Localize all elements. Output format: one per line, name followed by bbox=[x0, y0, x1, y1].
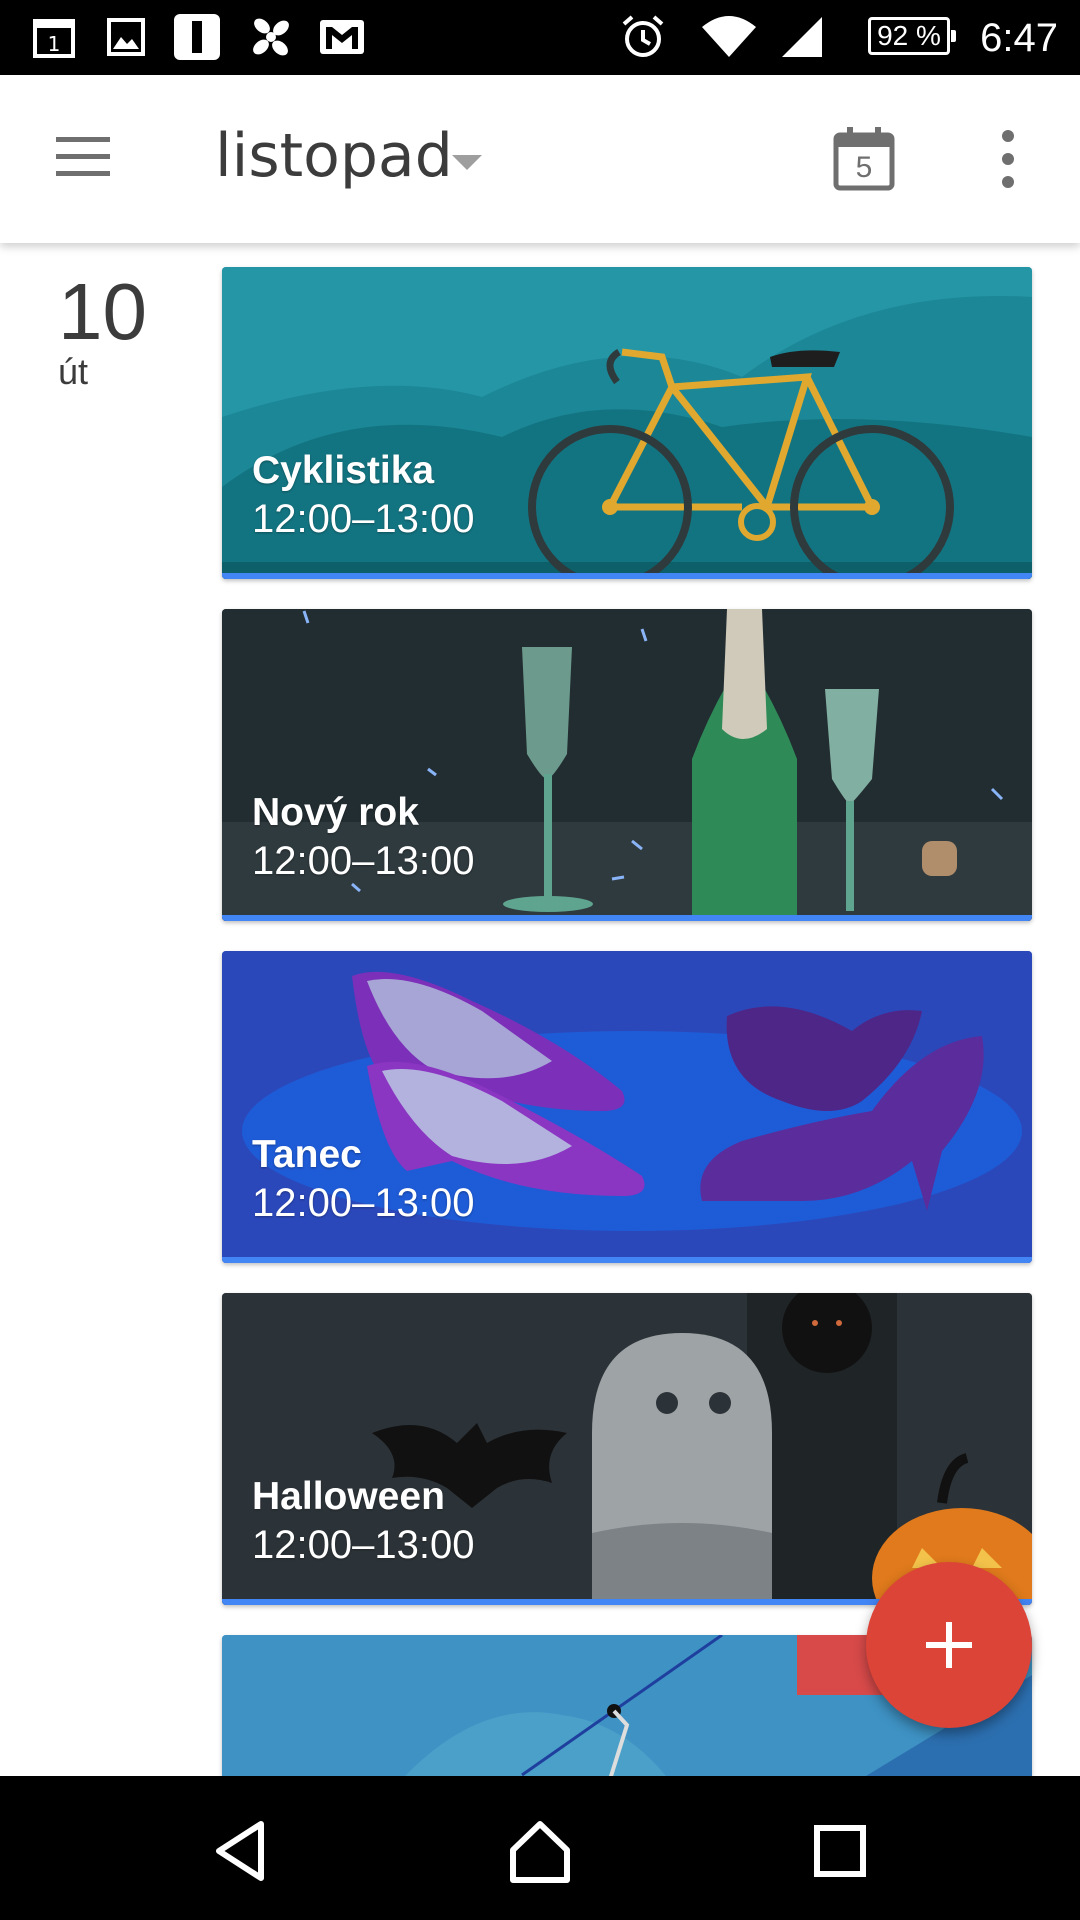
day-number: 10 bbox=[58, 267, 147, 356]
app-bar: listopad 5 bbox=[0, 75, 1080, 243]
event-title: Cyklistika bbox=[252, 449, 435, 492]
home-icon[interactable] bbox=[505, 1816, 575, 1886]
event-card[interactable]: Cyklistika 12:00–13:00 bbox=[222, 267, 1032, 579]
day-header: 10 út bbox=[58, 270, 147, 392]
event-time: 12:00–13:00 bbox=[252, 497, 475, 541]
alarm-icon bbox=[618, 12, 668, 62]
event-title: Halloween bbox=[252, 1475, 445, 1518]
event-time: 12:00–13:00 bbox=[252, 839, 475, 883]
battery-level: 92 % bbox=[877, 20, 941, 51]
dropdown-caret-icon[interactable] bbox=[452, 155, 482, 170]
today-calendar-button[interactable]: 5 bbox=[833, 125, 895, 191]
event-card[interactable]: Tanec 12:00–13:00 bbox=[222, 951, 1032, 1263]
app-icon bbox=[172, 12, 222, 62]
event-time: 12:00–13:00 bbox=[252, 1181, 475, 1225]
gmail-icon bbox=[318, 12, 366, 62]
event-card[interactable]: Halloween 12:00–13:00 bbox=[222, 1293, 1032, 1605]
add-event-button[interactable] bbox=[866, 1562, 1032, 1728]
status-bar: 1 92 % 6:47 bbox=[0, 0, 1080, 75]
battery-icon: 92 % bbox=[868, 17, 956, 55]
clock-time: 6:47 bbox=[980, 16, 1058, 60]
back-icon[interactable] bbox=[205, 1816, 275, 1886]
signal-icon bbox=[778, 12, 826, 62]
svg-text:1: 1 bbox=[48, 32, 61, 56]
navigation-bar bbox=[0, 1776, 1080, 1920]
today-date: 5 bbox=[855, 151, 873, 184]
event-underline bbox=[222, 915, 1032, 921]
fan-icon bbox=[246, 12, 296, 62]
wifi-icon bbox=[700, 12, 758, 62]
menu-icon[interactable] bbox=[56, 137, 110, 177]
image-icon bbox=[106, 12, 146, 62]
event-card[interactable]: Nový rok 12:00–13:00 bbox=[222, 609, 1032, 921]
day-weekday: út bbox=[58, 351, 89, 392]
event-title: Nový rok bbox=[252, 791, 419, 834]
event-underline bbox=[222, 573, 1032, 579]
month-title[interactable]: listopad bbox=[215, 121, 453, 191]
event-title: Tanec bbox=[252, 1133, 362, 1176]
more-options-icon[interactable] bbox=[993, 130, 1023, 188]
event-underline bbox=[222, 1257, 1032, 1263]
calendar-1-icon: 1 bbox=[32, 12, 76, 62]
event-time: 12:00–13:00 bbox=[252, 1523, 475, 1567]
recents-icon[interactable] bbox=[805, 1816, 875, 1886]
